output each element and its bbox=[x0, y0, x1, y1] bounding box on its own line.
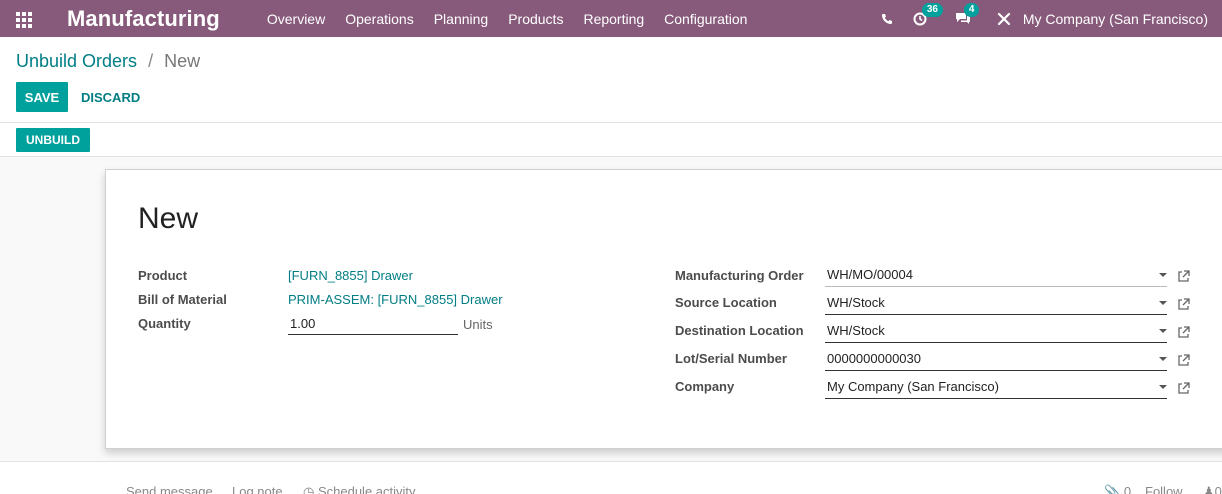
form-statusbar: UNBUILD bbox=[0, 123, 1222, 157]
bom-label: Bill of Material bbox=[138, 292, 227, 307]
menu-operations[interactable]: Operations bbox=[345, 11, 413, 27]
form-sheet: New Product [FURN_8855] Drawer Bill of M… bbox=[105, 169, 1222, 449]
destination-location-field[interactable]: WH/Stock bbox=[825, 321, 1167, 343]
quantity-label: Quantity bbox=[138, 316, 191, 331]
menu-planning[interactable]: Planning bbox=[434, 11, 489, 27]
breadcrumb-separator: / bbox=[148, 51, 154, 71]
record-title: New bbox=[138, 202, 199, 235]
chevron-down-icon[interactable] bbox=[1159, 273, 1167, 277]
attachments-button[interactable]: 📎 0 bbox=[1104, 484, 1131, 494]
quantity-uom: Units bbox=[463, 317, 493, 332]
chevron-down-icon[interactable] bbox=[1159, 385, 1167, 389]
activity-count-badge: 36 bbox=[921, 2, 943, 17]
chatter: Send message Log note ◷ Schedule activit… bbox=[0, 461, 1222, 494]
control-panel: Unbuild Orders / New SAVE DISCARD bbox=[0, 37, 1222, 123]
chevron-down-icon[interactable] bbox=[1159, 329, 1167, 333]
app-name[interactable]: Manufacturing bbox=[67, 6, 220, 32]
company-value: My Company (San Francisco) bbox=[827, 379, 999, 394]
discard-button[interactable]: DISCARD bbox=[81, 90, 140, 105]
menu-products[interactable]: Products bbox=[508, 11, 563, 27]
external-link-icon[interactable] bbox=[1177, 297, 1191, 311]
destination-location-label: Destination Location bbox=[675, 323, 804, 338]
message-count-badge: 4 bbox=[963, 3, 980, 17]
manufacturing-order-field[interactable]: WH/MO/00004 bbox=[825, 265, 1167, 287]
bom-field[interactable]: PRIM-ASSEM: [FURN_8855] Drawer bbox=[288, 292, 503, 307]
breadcrumb: Unbuild Orders / New bbox=[16, 51, 200, 72]
save-button[interactable]: SAVE bbox=[16, 82, 68, 112]
follow-button[interactable]: Follow bbox=[1145, 484, 1183, 494]
paperclip-icon: 📎 bbox=[1104, 484, 1121, 494]
external-link-icon[interactable] bbox=[1177, 381, 1191, 395]
menu-overview[interactable]: Overview bbox=[267, 11, 325, 27]
lot-serial-field[interactable]: 0000000000030 bbox=[825, 349, 1167, 371]
log-note-button[interactable]: Log note bbox=[232, 484, 283, 494]
source-location-label: Source Location bbox=[675, 295, 777, 310]
messages-icon[interactable]: 4 bbox=[955, 3, 980, 25]
chevron-down-icon[interactable] bbox=[1159, 357, 1167, 361]
schedule-activity-label: Schedule activity bbox=[317, 484, 416, 494]
breadcrumb-unbuild-orders[interactable]: Unbuild Orders bbox=[16, 51, 137, 71]
main-menu: Overview Operations Planning Products Re… bbox=[267, 11, 768, 27]
source-location-field[interactable]: WH/Stock bbox=[825, 293, 1167, 315]
external-link-icon[interactable] bbox=[1177, 325, 1191, 339]
debug-tools-icon[interactable] bbox=[997, 12, 1011, 26]
external-link-icon[interactable] bbox=[1177, 353, 1191, 367]
manufacturing-order-value: WH/MO/00004 bbox=[827, 267, 913, 282]
manufacturing-order-label: Manufacturing Order bbox=[675, 268, 804, 283]
menu-reporting[interactable]: Reporting bbox=[583, 11, 644, 27]
lot-serial-value: 0000000000030 bbox=[827, 351, 921, 366]
unbuild-button[interactable]: UNBUILD bbox=[16, 128, 90, 152]
source-location-value: WH/Stock bbox=[827, 295, 885, 310]
external-link-icon[interactable] bbox=[1177, 269, 1191, 283]
top-navbar: Manufacturing Overview Operations Planni… bbox=[0, 0, 1222, 37]
followers-button[interactable]: ♟0 bbox=[1203, 484, 1222, 494]
user-icon: ♟ bbox=[1203, 484, 1215, 494]
company-label: Company bbox=[675, 379, 735, 394]
activity-icon[interactable]: 36 bbox=[913, 2, 943, 26]
attachments-count: 0 bbox=[1123, 484, 1132, 494]
quantity-input[interactable]: 1.00 bbox=[288, 314, 458, 335]
systray: 36 4 My Company (San Francisco) bbox=[881, 0, 1222, 37]
breadcrumb-current: New bbox=[164, 51, 201, 71]
phone-icon[interactable] bbox=[881, 13, 893, 25]
company-switcher[interactable]: My Company (San Francisco) bbox=[1023, 11, 1208, 27]
product-field[interactable]: [FURN_8855] Drawer bbox=[288, 268, 413, 283]
clock-icon: ◷ bbox=[303, 484, 315, 494]
apps-icon[interactable] bbox=[16, 11, 34, 28]
send-message-button[interactable]: Send message bbox=[126, 484, 213, 494]
product-label: Product bbox=[138, 268, 188, 283]
lot-serial-label: Lot/Serial Number bbox=[675, 351, 787, 366]
followers-count: 0 bbox=[1214, 484, 1222, 494]
destination-location-value: WH/Stock bbox=[827, 323, 885, 338]
menu-configuration[interactable]: Configuration bbox=[664, 11, 747, 27]
schedule-activity-button[interactable]: ◷ Schedule activity bbox=[303, 484, 416, 494]
company-field[interactable]: My Company (San Francisco) bbox=[825, 377, 1167, 399]
chevron-down-icon[interactable] bbox=[1159, 301, 1167, 305]
